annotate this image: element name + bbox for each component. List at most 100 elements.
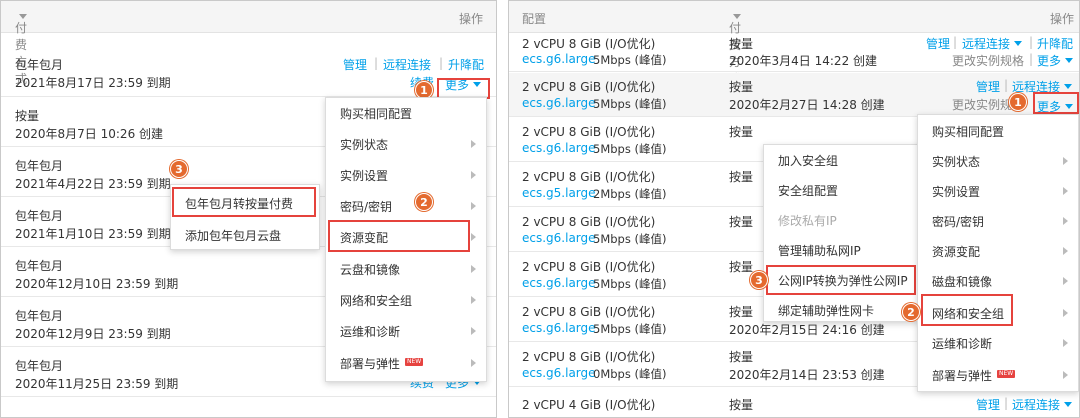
- instance-type-link[interactable]: ecs.g6.large: [522, 141, 596, 155]
- chevron-right-icon: [1063, 187, 1068, 195]
- billing-type: 按量: [729, 170, 754, 184]
- menu-item-deploy-elastic[interactable]: 部署与弹性 NEW: [918, 360, 1078, 390]
- chevron-right-icon: [1063, 371, 1068, 379]
- billing-column-header[interactable]: 付费方式: [15, 10, 27, 86]
- bandwidth: 5Mbps (峰值): [593, 53, 667, 67]
- chevron-right-icon: [471, 359, 476, 367]
- instance-spec: 2 vCPU 8 GiB (I/O优化): [522, 305, 656, 319]
- menu-item-disk-image[interactable]: 云盘和镜像: [326, 254, 486, 284]
- table-row: 2 vCPU 8 GiB (I/O优化) ecs.g6.large 5Mbps …: [509, 73, 1079, 117]
- menu-item-resource-change[interactable]: 资源变配: [918, 236, 1078, 266]
- instance-spec: 2 vCPU 8 GiB (I/O优化): [522, 350, 656, 364]
- menu-item-deploy-elastic[interactable]: 部署与弹性 NEW: [326, 348, 486, 378]
- menu-item-buy-same[interactable]: 购买相同配置: [918, 116, 1078, 146]
- menu-item-instance-status[interactable]: 实例状态: [918, 146, 1078, 176]
- manage-link[interactable]: 管理: [926, 35, 950, 52]
- instance-type-link[interactable]: ecs.g6.large: [522, 321, 596, 335]
- chevron-right-icon: [1063, 339, 1068, 347]
- bandwidth: 0Mbps (峰值): [593, 367, 667, 381]
- step-badge: 2: [415, 193, 433, 211]
- chevron-right-icon: [1063, 309, 1068, 317]
- menu-item-security-group-config[interactable]: 安全组配置: [764, 175, 920, 205]
- instance-type-link[interactable]: ecs.g6.large: [522, 52, 596, 66]
- table-row: 2 vCPU 8 GiB (I/O优化) ecs.g6.large 5Mbps …: [509, 33, 1079, 72]
- billing-type: 按量: [729, 398, 754, 412]
- highlight-box: [921, 294, 1013, 326]
- billing-type: 包年包月: [15, 259, 64, 273]
- instance-spec: 2 vCPU 8 GiB (I/O优化): [522, 37, 656, 51]
- billing-type: 按量: [729, 215, 754, 229]
- new-badge: NEW: [405, 358, 424, 366]
- billing-type: 包年包月: [15, 309, 64, 323]
- remote-connect-dropdown[interactable]: 远程连接: [962, 35, 1023, 52]
- bandwidth: 5Mbps (峰值): [593, 97, 667, 111]
- chevron-right-icon: [471, 327, 476, 335]
- manage-link[interactable]: 管理: [343, 56, 367, 73]
- ops-column-header: 操作: [1050, 12, 1075, 26]
- new-badge: NEW: [997, 370, 1016, 378]
- upgrade-link[interactable]: 升降配: [1037, 35, 1073, 52]
- menu-item-network-security[interactable]: 网络和安全组: [326, 285, 486, 315]
- billing-type: 按量: [729, 37, 754, 51]
- menu-item-ops-diagnosis[interactable]: 运维和诊断: [918, 328, 1078, 358]
- billing-type: 按量: [729, 305, 754, 319]
- step-badge: 2: [902, 303, 920, 321]
- menu-item-ops-diagnosis[interactable]: 运维和诊断: [326, 316, 486, 346]
- instance-spec: 2 vCPU 8 GiB (I/O优化): [522, 260, 656, 274]
- highlight-box: [172, 187, 316, 217]
- expire-date: 2020年12月10日 23:59 到期: [15, 277, 179, 291]
- menu-item-manage-secondary-ip[interactable]: 管理辅助私网IP: [764, 235, 920, 265]
- chevron-down-icon: [1014, 41, 1023, 46]
- created-date: 2020年2月14日 23:53 创建: [729, 368, 885, 382]
- instance-type-link[interactable]: ecs.g6.large: [522, 96, 596, 110]
- highlight-box: [437, 78, 490, 99]
- instance-spec: 2 vCPU 8 GiB (I/O优化): [522, 215, 656, 229]
- expire-date: 2021年8月17日 23:59 到期: [15, 76, 171, 90]
- link-divider: |: [1029, 35, 1034, 49]
- billing-type: 包年包月: [15, 209, 64, 223]
- chevron-right-icon: [471, 233, 476, 241]
- instance-spec: 2 vCPU 8 GiB (I/O优化): [522, 125, 656, 139]
- chevron-down-icon: [1064, 402, 1073, 407]
- menu-item-add-subscription-disk[interactable]: 添加包年包月云盘: [171, 220, 319, 250]
- bandwidth: 5Mbps (峰值): [593, 142, 667, 156]
- instance-type-link[interactable]: ecs.g5.large: [522, 186, 596, 200]
- billing-type: 按量: [729, 260, 754, 274]
- menu-item-instance-settings[interactable]: 实例设置: [918, 176, 1078, 206]
- manage-link[interactable]: 管理: [976, 78, 1000, 95]
- remote-connect-dropdown[interactable]: 远程连接: [1012, 396, 1073, 413]
- menu-item-disk-image[interactable]: 磁盘和镜像: [918, 266, 1078, 296]
- left-panel: 付费方式 操作 包年包月 2021年8月17日 23:59 到期 管理 | 远程…: [0, 0, 497, 418]
- left-table-header: 付费方式 操作: [1, 1, 496, 86]
- chevron-right-icon: [1063, 217, 1068, 225]
- billing-column-header[interactable]: 付费方式: [729, 10, 741, 86]
- bandwidth: 2Mbps (峰值): [593, 187, 667, 201]
- more-dropdown[interactable]: 更多: [1037, 52, 1074, 69]
- chevron-right-icon: [471, 296, 476, 304]
- remote-connect-link[interactable]: 远程连接: [383, 56, 431, 73]
- expire-date: 2020年12月9日 23:59 到期: [15, 327, 171, 341]
- menu-item-password-key[interactable]: 密码/密钥: [918, 206, 1078, 236]
- highlight-box: [1033, 92, 1079, 114]
- menu-item-bind-secondary-eni[interactable]: 绑定辅助弹性网卡: [764, 295, 920, 325]
- more-menu: 购买相同配置 实例状态 实例设置 密码/密钥 资源变配 磁盘和镜像 网络和安全组…: [917, 114, 1079, 392]
- upgrade-link[interactable]: 升降配: [448, 56, 484, 73]
- menu-item-modify-private-ip: 修改私有IP: [778, 214, 837, 228]
- manage-link[interactable]: 管理: [976, 396, 1000, 413]
- instance-type-link[interactable]: ecs.g6.large: [522, 366, 596, 380]
- menu-item-buy-same[interactable]: 购买相同配置: [326, 98, 486, 128]
- step-badge: 3: [750, 271, 768, 289]
- step-badge: 1: [1009, 93, 1027, 111]
- link-divider: |: [1004, 78, 1009, 92]
- chevron-right-icon: [1063, 157, 1068, 165]
- menu-item-instance-status[interactable]: 实例状态: [326, 129, 486, 159]
- instance-type-link[interactable]: ecs.g6.large: [522, 276, 596, 290]
- menu-item-instance-settings[interactable]: 实例设置: [326, 160, 486, 190]
- billing-type: 包年包月: [15, 58, 64, 72]
- menu-item-join-security-group[interactable]: 加入安全组: [764, 145, 920, 175]
- menu-item-password-key[interactable]: 密码/密钥: [326, 191, 486, 221]
- billing-type: 按量: [729, 350, 754, 364]
- right-table-header: 配置 付费方式 操作: [509, 1, 1079, 86]
- instance-type-link[interactable]: ecs.g6.large: [522, 231, 596, 245]
- chevron-right-icon: [471, 265, 476, 273]
